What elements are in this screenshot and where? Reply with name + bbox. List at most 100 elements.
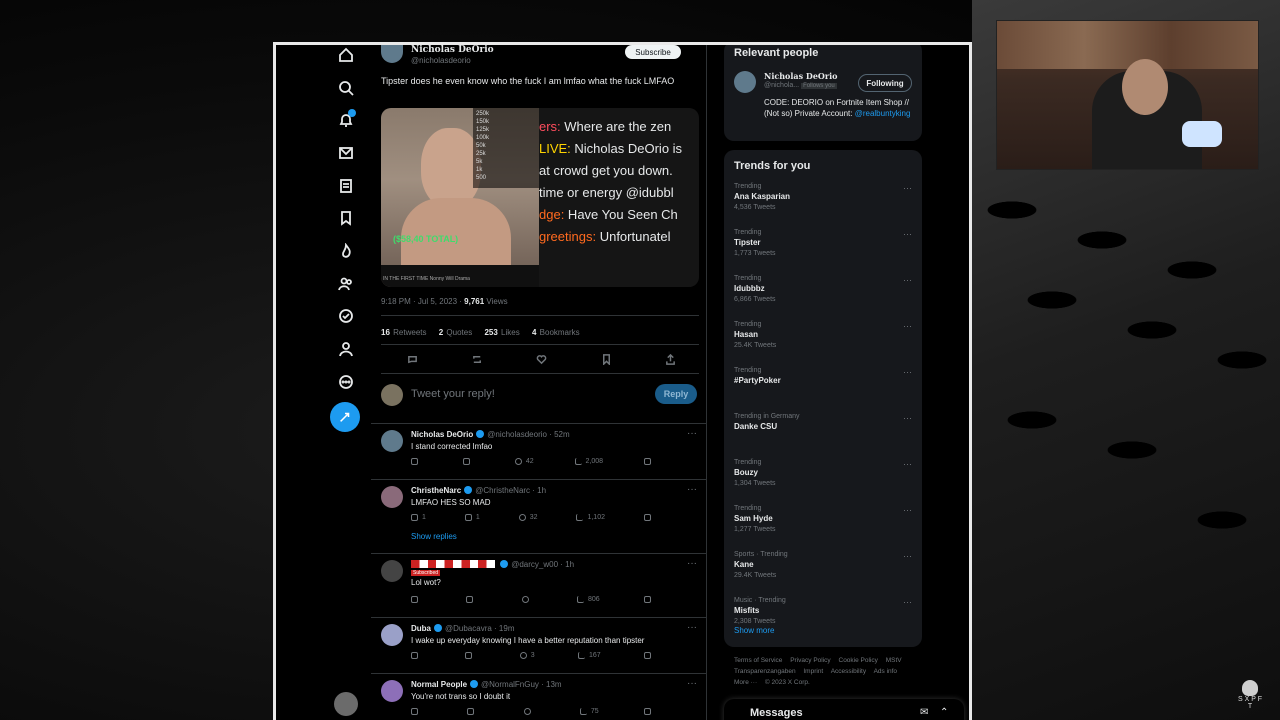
bookmarks-stat[interactable]: 4 Bookmarks <box>532 328 580 337</box>
reply-views-action[interactable]: 1,102 <box>576 514 605 521</box>
trend-item[interactable]: Trending in Germany Danke CSU ··· <box>734 413 912 434</box>
reply-author-name[interactable]: ChristheNarc <box>411 486 461 495</box>
footer-link[interactable]: Terms of Service <box>734 657 782 664</box>
reply-reply-action[interactable]: 1 <box>411 514 426 521</box>
footer-link[interactable]: Privacy Policy <box>790 657 830 664</box>
show-more-link[interactable]: Show more <box>734 626 774 635</box>
trend-more-icon[interactable]: ··· <box>903 551 912 561</box>
trend-more-icon[interactable]: ··· <box>903 229 912 239</box>
footer-link[interactable]: More ··· <box>734 679 757 686</box>
trend-more-icon[interactable]: ··· <box>903 459 912 469</box>
expand-icon[interactable]: ⌃ <box>940 707 948 718</box>
tweet-media[interactable]: 250k 150k 125k 100k 50k 25k 5k 1k 500 ($58,40 TO… <box>381 108 699 287</box>
reply-reply-action[interactable] <box>411 596 422 603</box>
reply-views-action[interactable]: 167 <box>577 652 601 659</box>
more-options-icon[interactable]: ··· <box>687 484 697 495</box>
reply-handle[interactable]: @ChristheNarc · 1h <box>475 486 546 495</box>
reply-handle[interactable]: @Dubacavra · 19m <box>445 624 514 633</box>
account-avatar[interactable] <box>334 692 358 716</box>
reply-share-action[interactable] <box>643 708 651 715</box>
more-options-icon[interactable]: ··· <box>687 678 697 689</box>
trend-more-icon[interactable]: ··· <box>903 321 912 331</box>
reply-like-action[interactable]: 42 <box>514 458 534 465</box>
share-icon[interactable] <box>665 354 677 366</box>
footer-link[interactable]: Ads info <box>874 668 898 675</box>
more-options-icon[interactable]: ··· <box>687 558 697 569</box>
reply-handle[interactable]: @NormalFnGuy · 13m <box>481 680 562 689</box>
new-message-icon[interactable]: ✉ <box>920 707 928 718</box>
show-replies-link[interactable]: Show replies <box>411 532 457 541</box>
footer-link[interactable]: Imprint <box>803 668 823 675</box>
home-icon[interactable] <box>334 45 358 67</box>
reply-handle[interactable]: @darcy_w00 · 1h <box>511 560 574 569</box>
reply-share-action[interactable] <box>643 652 651 659</box>
reply-input[interactable]: Tweet your reply! <box>411 388 495 400</box>
reply-retweet-action[interactable] <box>466 596 477 603</box>
trend-more-icon[interactable]: ··· <box>903 505 912 515</box>
trend-item[interactable]: Sports · Trending Kane 29.4K Tweets ··· <box>734 551 912 579</box>
reply-avatar[interactable] <box>381 430 403 452</box>
reply-author-name[interactable]: Normal People <box>411 680 467 689</box>
bookmark-action-icon[interactable] <box>601 354 613 366</box>
author-avatar[interactable] <box>381 45 403 63</box>
reply-item[interactable]: Normal People @NormalFnGuy · 13m ··· You're… <box>371 673 707 720</box>
like-icon[interactable] <box>536 354 548 366</box>
reply-author-name[interactable] <box>411 560 495 568</box>
trend-item[interactable]: Trending Hasan 25.4K Tweets ··· <box>734 321 912 349</box>
reply-avatar[interactable] <box>381 680 403 702</box>
trend-item[interactable]: Trending Bouzy 1,304 Tweets ··· <box>734 459 912 487</box>
reply-views-action[interactable]: 806 <box>576 596 600 603</box>
relevant-avatar[interactable] <box>734 71 756 93</box>
reply-views-action[interactable]: 2,008 <box>574 458 603 465</box>
reply-icon[interactable] <box>407 354 419 366</box>
reply-reply-action[interactable] <box>411 458 422 465</box>
reply-item[interactable]: Duba @Dubacavra · 19m ··· I wake up everyda… <box>371 617 707 673</box>
reply-item[interactable]: ChristheNarc @ChristheNarc · 1h ··· LMFAO H… <box>371 479 707 553</box>
trend-more-icon[interactable]: ··· <box>903 275 912 285</box>
list-icon[interactable] <box>334 174 358 198</box>
trend-more-icon[interactable]: ··· <box>903 413 912 423</box>
reply-retweet-action[interactable] <box>467 708 478 715</box>
bookmark-icon[interactable] <box>334 206 358 230</box>
reply-share-action[interactable] <box>643 514 651 521</box>
trend-item[interactable]: Trending Tipster 1,773 Tweets ··· <box>734 229 912 257</box>
quotes-stat[interactable]: 2 Quotes <box>439 328 472 337</box>
retweet-icon[interactable] <box>472 354 484 366</box>
reply-author-name[interactable]: Duba <box>411 624 431 633</box>
reply-handle[interactable]: @nicholasdeorio · 52m <box>487 430 569 439</box>
subscribe-button[interactable]: Subscribe <box>625 45 681 59</box>
reply-item[interactable]: @darcy_w00 · 1h ··· Subscribed Lol wot? 806 <box>371 553 707 617</box>
reply-retweet-action[interactable] <box>462 458 474 465</box>
footer-link[interactable]: Accessibility <box>831 668 866 675</box>
following-button[interactable]: Following <box>858 74 912 92</box>
verified-icon[interactable] <box>334 304 358 328</box>
likes-stat[interactable]: 253 Likes <box>484 328 519 337</box>
more-icon[interactable] <box>334 370 358 394</box>
reply-share-action[interactable] <box>643 458 651 465</box>
relevant-name[interactable]: Nicholas DeOrio <box>764 71 837 81</box>
footer-link[interactable]: Cookie Policy <box>839 657 878 664</box>
reply-item[interactable]: Nicholas DeOrio @nicholasdeorio · 52m ··· I… <box>371 423 707 479</box>
trend-more-icon[interactable]: ··· <box>903 367 912 377</box>
reply-like-action[interactable]: 32 <box>518 514 538 521</box>
reply-reply-action[interactable] <box>411 708 422 715</box>
reply-views-action[interactable]: 75 <box>579 708 599 715</box>
post-button[interactable] <box>330 402 360 432</box>
bio-link[interactable]: @realbuntyking <box>855 109 911 118</box>
reply-retweet-action[interactable]: 1 <box>464 514 480 521</box>
author-name[interactable]: Nicholas DeOrio <box>411 45 494 55</box>
trend-more-icon[interactable]: ··· <box>903 183 912 193</box>
trend-item[interactable]: Trending Ana Kasparian 4,536 Tweets ··· <box>734 183 912 211</box>
reply-retweet-action[interactable] <box>465 652 476 659</box>
trend-item[interactable]: Trending #PartyPoker ··· <box>734 367 912 388</box>
reply-like-action[interactable] <box>523 708 535 715</box>
reply-like-action[interactable]: 3 <box>519 652 535 659</box>
reply-avatar[interactable] <box>381 486 403 508</box>
reply-avatar[interactable] <box>381 560 403 582</box>
reply-button[interactable]: Reply <box>655 384 697 404</box>
footer-link[interactable]: © 2023 X Corp. <box>765 679 810 686</box>
reply-reply-action[interactable] <box>411 652 422 659</box>
author-handle[interactable]: @nicholasdeorio <box>411 56 471 65</box>
search-icon[interactable] <box>334 76 358 100</box>
reply-like-action[interactable] <box>521 596 533 603</box>
